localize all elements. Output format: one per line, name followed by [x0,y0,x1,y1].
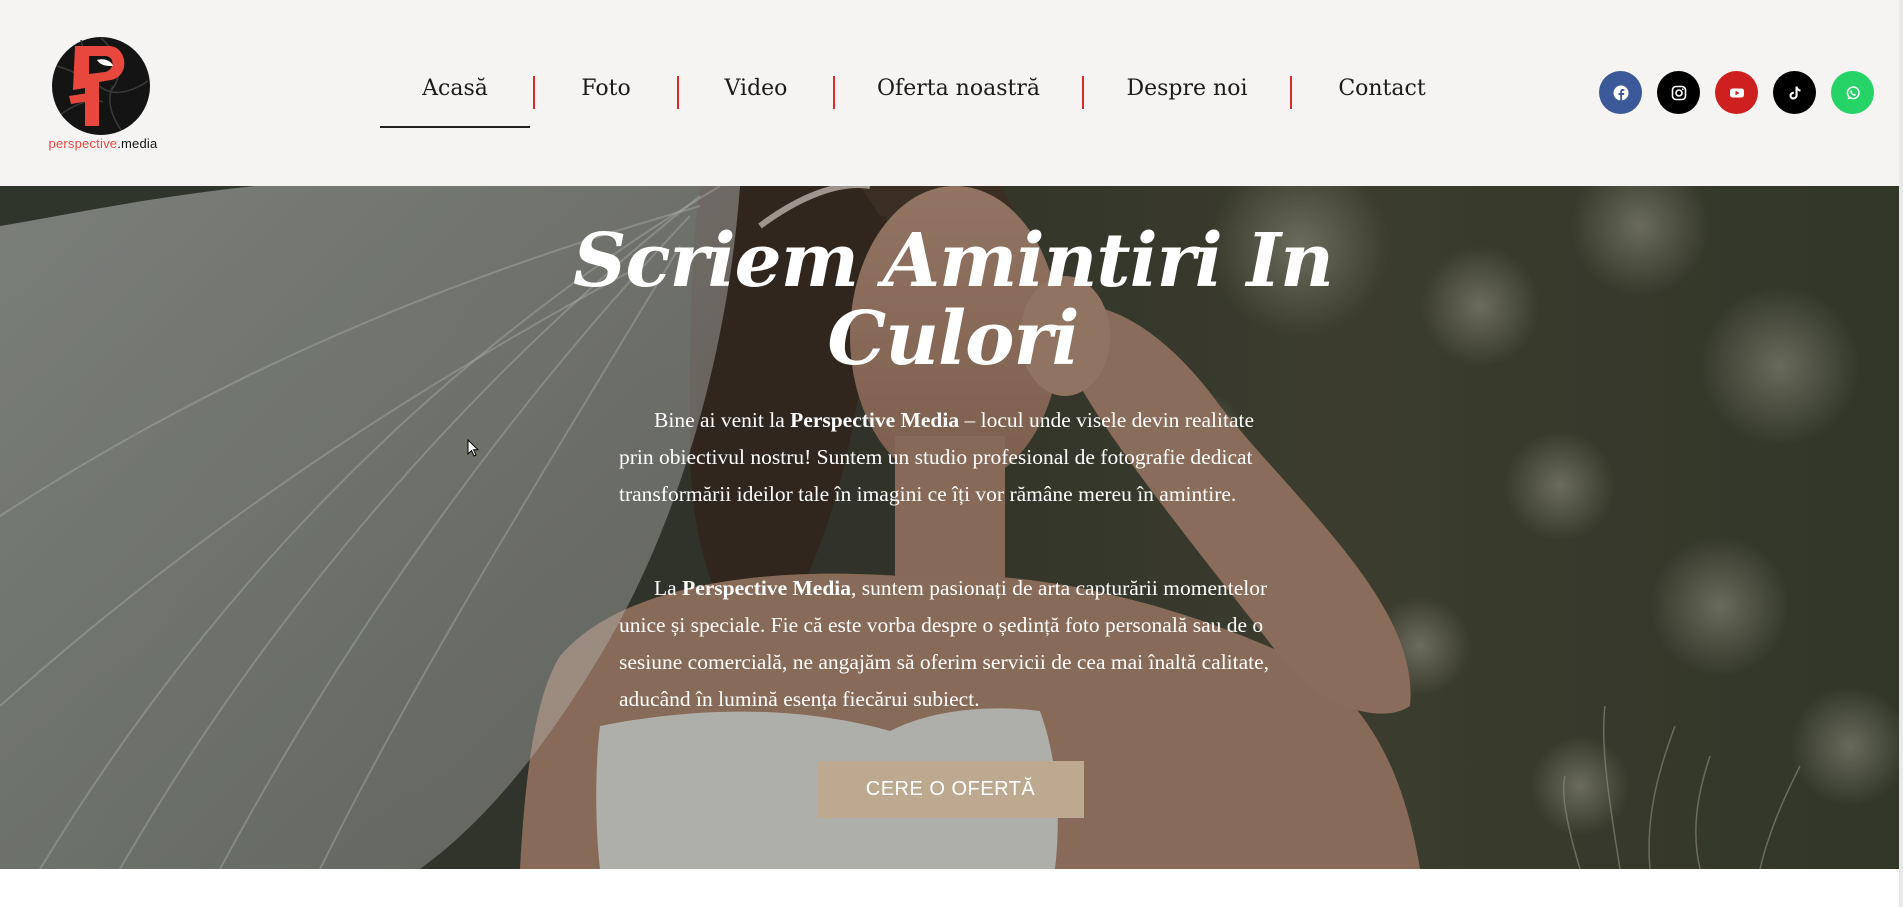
nav-label: Oferta noastră [877,76,1040,101]
nav-label: Contact [1338,76,1426,101]
logo[interactable]: perspective.media [44,36,162,154]
tiktok-icon [1789,86,1800,99]
request-offer-button[interactable]: CERE O OFERTĂ [817,761,1084,818]
hero-title-line1: Scriem Amintiri In [573,218,1334,304]
hero-intro-paragraph: Bine ai venit la Perspective Media – loc… [619,408,1255,506]
site-header: perspective.media Acasă Foto Video Ofert… [0,0,1903,186]
hero-title-line2: Culori [827,296,1079,382]
logo-wordmark: perspective.media [48,136,158,151]
nav-item-oferta[interactable]: Oferta noastră [835,68,1082,128]
mouse-cursor-icon [467,439,479,457]
hero-section: Scriem Amintiri In Culori Bine ai venit … [0,186,1903,869]
facebook-icon [1613,85,1628,101]
perspective-media-logo-icon [52,37,150,135]
page-scrollbar[interactable] [1899,0,1903,907]
nav-label: Foto [581,76,631,101]
tiktok-link[interactable] [1773,71,1816,114]
youtube-icon [1729,88,1744,97]
nav-item-video[interactable]: Video [679,68,833,128]
instagram-icon [1671,85,1686,100]
nav-label: Acasă [422,76,488,101]
page-below-hero [0,869,1903,907]
nav-item-foto[interactable]: Foto [535,68,677,128]
facebook-link[interactable] [1599,71,1642,114]
nav-item-despre[interactable]: Despre noi [1084,68,1290,128]
youtube-link[interactable] [1715,71,1758,114]
whatsapp-icon [1846,85,1860,99]
nav-label: Despre noi [1126,76,1248,101]
request-offer-label: CERE O OFERTĂ [865,778,1036,800]
social-links [1599,71,1874,114]
nav-item-contact[interactable]: Contact [1292,68,1472,128]
hero-title: Scriem Amintiri In Culori [560,222,1346,378]
nav-label: Video [724,76,788,101]
hero-about-paragraph: La Perspective Media, suntem pasionați d… [619,576,1270,711]
nav-item-acasa[interactable]: Acasă [380,68,530,128]
instagram-link[interactable] [1657,71,1700,114]
whatsapp-link[interactable] [1831,71,1874,114]
main-nav: Acasă Foto Video Oferta noastră Despre n… [380,68,1472,128]
